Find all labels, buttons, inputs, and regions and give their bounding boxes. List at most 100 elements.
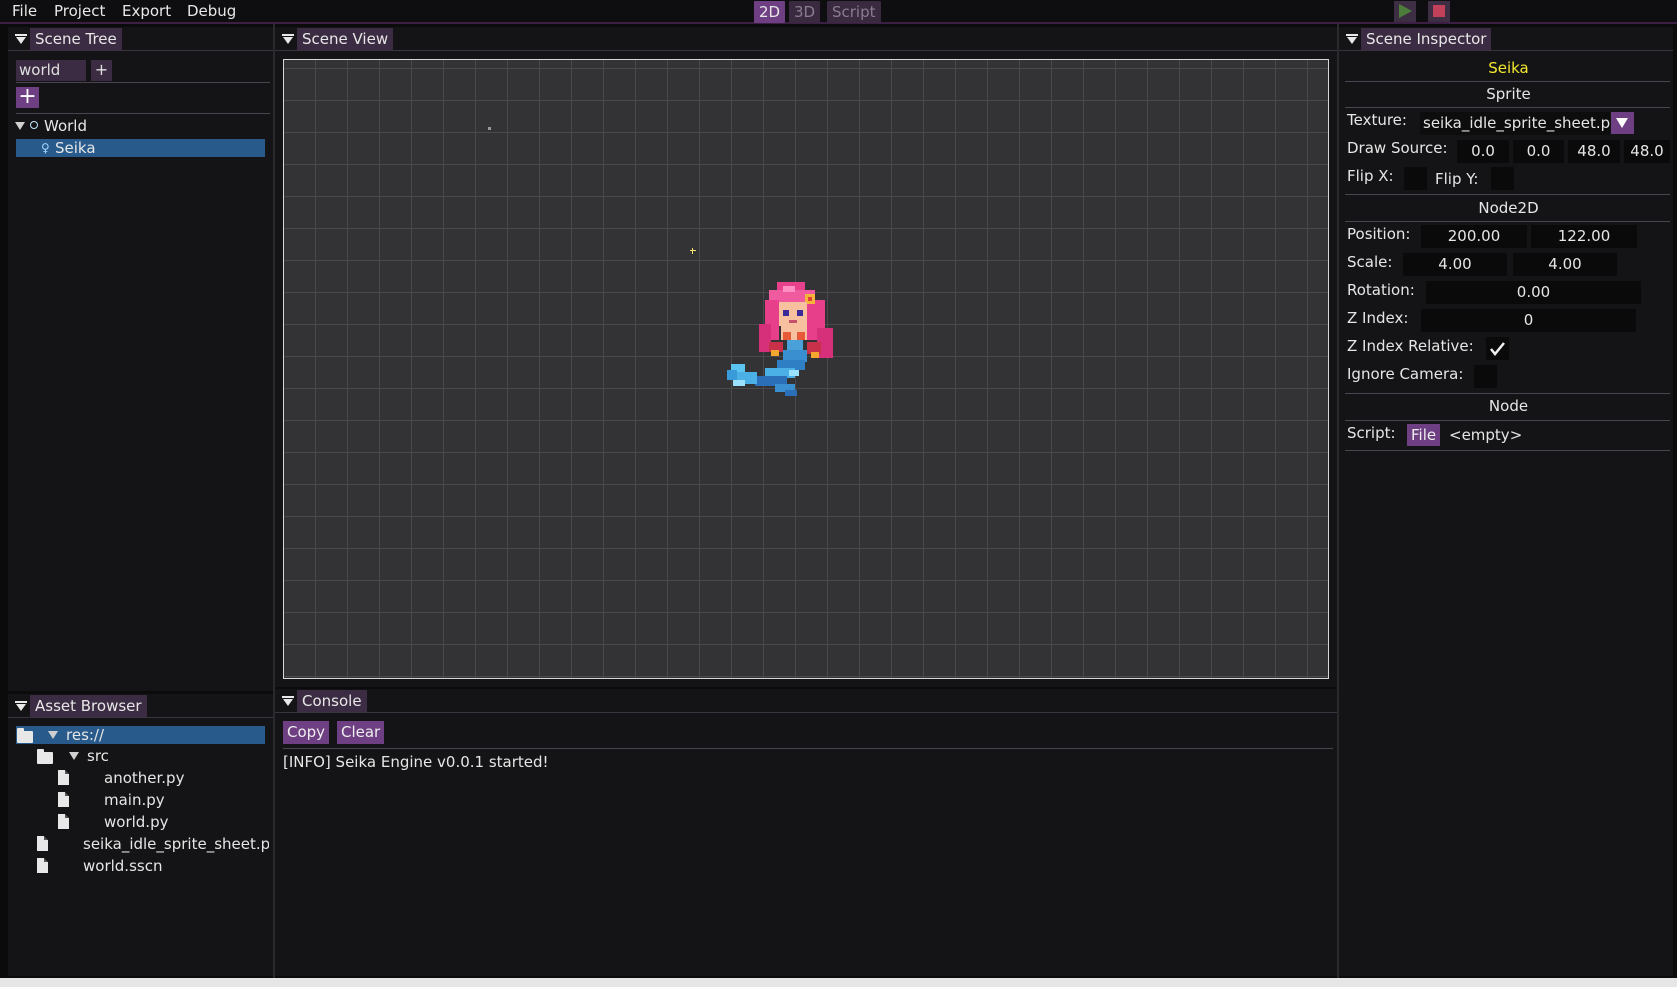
position-y-field[interactable]: 122.00 [1531, 225, 1637, 248]
file-icon [37, 836, 48, 851]
gizmo-marker [488, 127, 491, 130]
folder-icon [37, 749, 53, 764]
divider [1345, 420, 1670, 421]
clear-button[interactable]: Clear [337, 721, 385, 744]
scale-x-field[interactable]: 4.00 [1403, 253, 1507, 276]
menu-export[interactable]: Export [122, 2, 171, 20]
divider [16, 113, 270, 114]
flip-y-checkbox[interactable] [1491, 167, 1514, 190]
folder-icon [17, 728, 33, 743]
scene-view-title[interactable]: Scene View [297, 28, 394, 50]
stop-button[interactable] [1428, 1, 1450, 22]
asset-item[interactable]: seika_idle_sprite_sheet.p [83, 835, 269, 853]
console-log-line: [INFO] Seika Engine v0.0.1 started! [283, 753, 549, 771]
collapse-icon[interactable] [15, 701, 27, 711]
collapse-icon[interactable] [282, 34, 294, 44]
asset-item[interactable]: src [87, 747, 109, 765]
flip-x-checkbox[interactable] [1404, 167, 1427, 190]
origin-cross-icon [690, 248, 696, 254]
menu-debug[interactable]: Debug [187, 2, 236, 20]
divider [1345, 221, 1670, 222]
collapse-icon[interactable] [1346, 34, 1358, 44]
divider [1345, 81, 1670, 82]
menu-file[interactable]: File [12, 2, 37, 20]
divider [16, 82, 270, 83]
add-scene-tab-button[interactable]: + [91, 60, 112, 81]
play-button[interactable] [1394, 1, 1416, 22]
divider [1345, 107, 1670, 108]
sprite-node-icon: ♀ [41, 141, 50, 155]
mode-3d-button[interactable]: 3D [789, 1, 821, 23]
ignore-camera-label: Ignore Camera: [1347, 365, 1464, 383]
texture-label: Texture: [1347, 111, 1407, 129]
script-label: Script: [1347, 424, 1396, 442]
asset-item[interactable]: world.py [104, 813, 168, 831]
divider [1345, 450, 1670, 451]
asset-item[interactable]: main.py [104, 791, 165, 809]
file-icon [58, 792, 69, 807]
seika-sprite[interactable] [725, 280, 845, 404]
scene-inspector-title[interactable]: Scene Inspector [1361, 28, 1492, 50]
scene-viewport[interactable] [283, 59, 1329, 679]
z-index-relative-label: Z Index Relative: [1347, 337, 1474, 355]
divider [1345, 194, 1670, 195]
texture-select[interactable]: seika_idle_sprite_sheet.p [1420, 112, 1610, 135]
checkmark-icon [1490, 342, 1505, 356]
file-icon [58, 770, 69, 785]
menu-project[interactable]: Project [54, 2, 105, 20]
tree-node-seika-row[interactable] [16, 139, 265, 157]
asset-item[interactable]: res:// [66, 726, 104, 744]
console-panel: Console [275, 689, 1337, 976]
stop-icon [1433, 5, 1445, 17]
tree-node-seika[interactable]: Seika [55, 139, 96, 157]
chevron-down-icon[interactable] [1611, 112, 1634, 134]
draw-source-h-field[interactable]: 48.0 [1624, 140, 1670, 163]
position-label: Position: [1347, 225, 1411, 243]
rotation-field[interactable]: 0.00 [1426, 281, 1641, 304]
scene-tree-title[interactable]: Scene Tree [30, 28, 122, 50]
ignore-camera-checkbox[interactable] [1474, 365, 1497, 388]
z-index-label: Z Index: [1347, 309, 1409, 327]
circle-node-icon [30, 121, 38, 129]
z-index-relative-checkbox[interactable] [1486, 337, 1509, 360]
node-name: Seika [1488, 59, 1529, 77]
mode-2d-button[interactable]: 2D [754, 1, 786, 23]
asset-browser-title[interactable]: Asset Browser [30, 695, 147, 717]
console-title[interactable]: Console [297, 690, 367, 712]
collapse-icon[interactable] [15, 34, 27, 44]
rotation-label: Rotation: [1347, 281, 1415, 299]
file-icon [58, 814, 69, 829]
play-icon [1399, 4, 1412, 18]
scale-label: Scale: [1347, 253, 1393, 271]
file-icon [37, 858, 48, 873]
node-header: Node [1488, 397, 1529, 415]
divider [1345, 393, 1670, 394]
position-x-field[interactable]: 200.00 [1421, 225, 1527, 248]
sprite-header: Sprite [1486, 85, 1531, 103]
draw-source-y-field[interactable]: 0.0 [1513, 140, 1564, 163]
asset-item[interactable]: world.sscn [83, 857, 162, 875]
copy-button[interactable]: Copy [283, 721, 330, 744]
expand-arrow-icon[interactable] [15, 122, 25, 130]
z-index-field[interactable]: 0 [1421, 309, 1636, 332]
menu-bar: File Project Export Debug 2D 3D Script [0, 0, 1677, 24]
collapse-icon[interactable] [282, 696, 294, 706]
divider [283, 748, 1333, 749]
draw-source-x-field[interactable]: 0.0 [1457, 140, 1509, 163]
add-node-button[interactable]: + [16, 86, 39, 108]
tab-world[interactable]: world [16, 60, 86, 81]
node2d-header: Node2D [1478, 199, 1539, 217]
script-value: <empty> [1449, 426, 1523, 444]
expand-arrow-icon[interactable] [69, 752, 79, 760]
expand-arrow-icon[interactable] [48, 731, 58, 739]
draw-source-w-field[interactable]: 48.0 [1568, 140, 1620, 163]
tree-node-world[interactable]: World [44, 117, 87, 135]
bottom-edge [0, 978, 1677, 987]
scale-y-field[interactable]: 4.00 [1513, 253, 1617, 276]
asset-item[interactable]: another.py [104, 769, 184, 787]
flip-x-label: Flip X: [1347, 167, 1394, 185]
script-file-button[interactable]: File [1407, 424, 1441, 446]
mode-script-button[interactable]: Script [827, 1, 881, 23]
flip-y-label: Flip Y: [1435, 170, 1479, 188]
draw-source-label: Draw Source: [1347, 139, 1448, 157]
